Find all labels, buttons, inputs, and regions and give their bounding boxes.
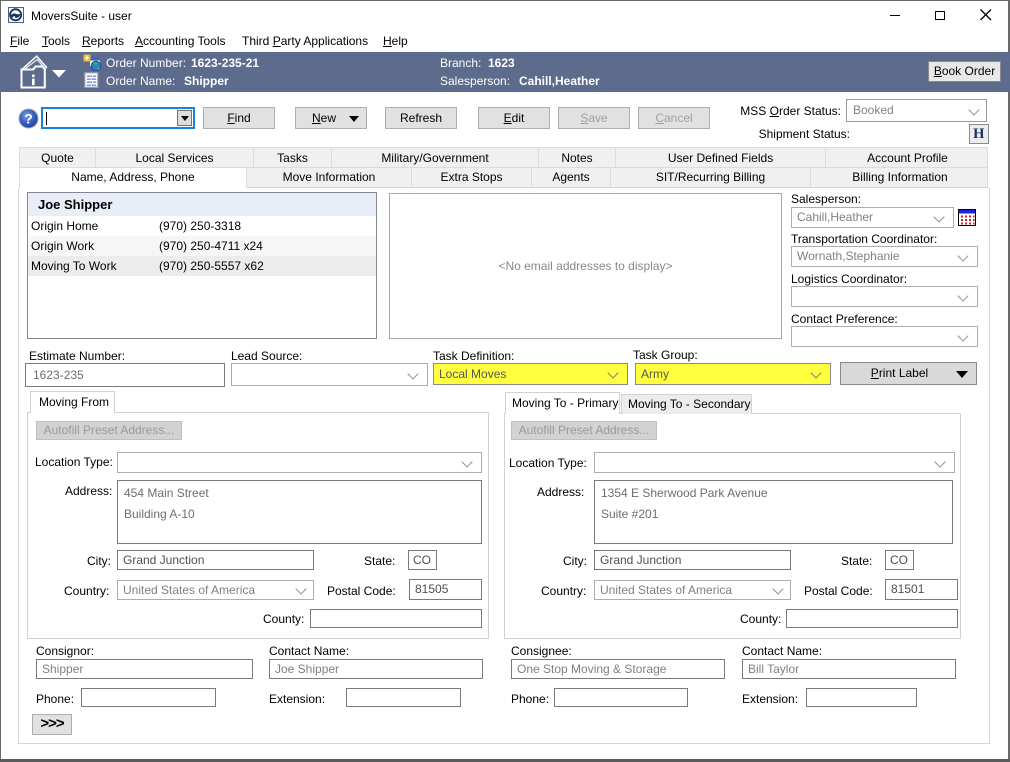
svg-text:?: ? [24, 111, 33, 127]
